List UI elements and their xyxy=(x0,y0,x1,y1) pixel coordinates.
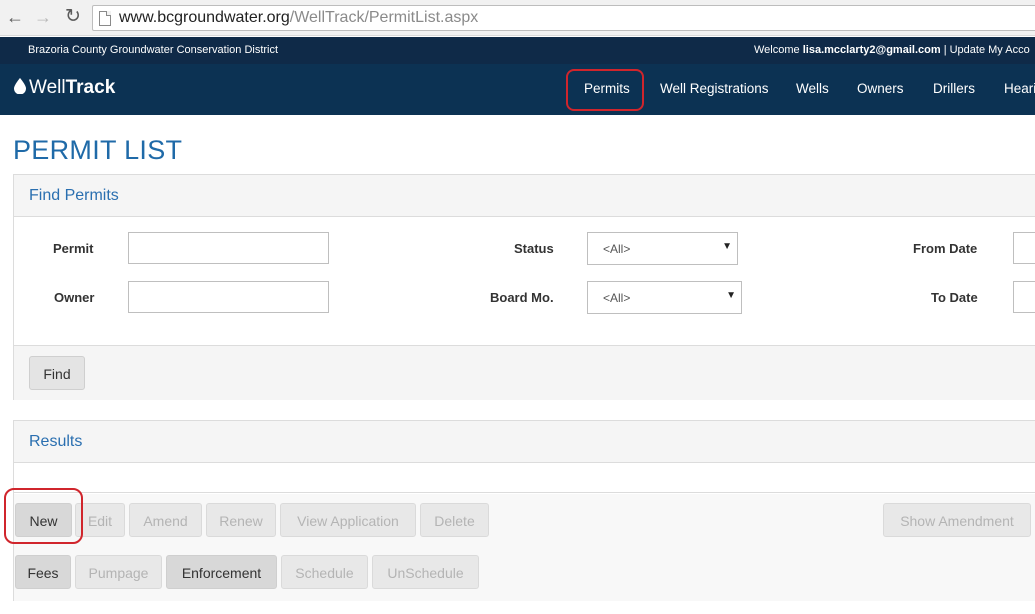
url-text: www.bcgroundwater.org/WellTrack/PermitLi… xyxy=(119,9,478,27)
results-panel: Results New Edit Amend Renew View Applic… xyxy=(13,420,1035,601)
results-area xyxy=(14,463,1035,493)
fees-button[interactable]: Fees xyxy=(15,555,71,589)
from-date-label: From Date xyxy=(913,241,978,256)
back-arrow-icon[interactable]: ← xyxy=(4,6,26,28)
permits-annotation-outline xyxy=(566,69,644,111)
board-month-selected-value: <All> xyxy=(603,291,631,305)
nav-item-wells[interactable]: Wells xyxy=(796,81,829,96)
welcome-label: Welcome xyxy=(754,44,800,56)
nav-item-owners[interactable]: Owners xyxy=(857,81,904,96)
district-name: Brazoria County Groundwater Conservation… xyxy=(28,44,279,56)
logo-text-well: Well xyxy=(29,77,66,98)
top-account-bar: Brazoria County Groundwater Conservation… xyxy=(0,37,1035,64)
find-permits-form: Permit Owner Status <All> ▼ Board Mo. <A… xyxy=(14,217,1035,346)
nav-item-well-registrations[interactable]: Well Registrations xyxy=(660,81,769,96)
find-permits-heading: Find Permits xyxy=(14,175,1035,217)
find-button[interactable]: Find xyxy=(29,356,85,390)
reload-icon[interactable]: ↻ xyxy=(62,6,84,28)
logo-text-track: Track xyxy=(65,77,116,98)
permit-input[interactable] xyxy=(128,232,329,264)
board-month-select[interactable]: <All> ▼ xyxy=(587,281,742,314)
permit-label: Permit xyxy=(53,241,94,256)
renew-button[interactable]: Renew xyxy=(206,503,276,537)
delete-button[interactable]: Delete xyxy=(420,503,489,537)
owner-input[interactable] xyxy=(128,281,329,313)
new-annotation-outline xyxy=(4,488,83,544)
to-date-label: To Date xyxy=(931,290,978,305)
nav-item-drillers[interactable]: Drillers xyxy=(933,81,975,96)
welltrack-logo[interactable]: WellTrack xyxy=(14,77,115,99)
enforcement-button[interactable]: Enforcement xyxy=(166,555,277,589)
browser-toolbar: ← → ↻ www.bcgroundwater.org/WellTrack/Pe… xyxy=(0,0,1035,36)
find-permits-footer: Find xyxy=(14,345,1035,400)
amend-button[interactable]: Amend xyxy=(129,503,202,537)
results-heading: Results xyxy=(14,421,1035,463)
schedule-button[interactable]: Schedule xyxy=(281,555,368,589)
to-date-input[interactable] xyxy=(1013,281,1035,313)
view-application-button[interactable]: View Application xyxy=(280,503,416,537)
owner-label: Owner xyxy=(54,290,95,305)
address-bar[interactable]: www.bcgroundwater.org/WellTrack/PermitLi… xyxy=(92,5,1035,31)
forward-arrow-icon[interactable]: → xyxy=(32,6,54,28)
dropdown-arrow-icon: ▼ xyxy=(722,241,732,252)
pumpage-button[interactable]: Pumpage xyxy=(75,555,162,589)
from-date-input[interactable] xyxy=(1013,232,1035,264)
url-path: /WellTrack/PermitList.aspx xyxy=(289,9,479,26)
page-icon xyxy=(99,11,111,26)
account-area: Welcome lisa.mcclarty2@gmail.com | Updat… xyxy=(754,44,1030,56)
show-amendment-button[interactable]: Show Amendment xyxy=(883,503,1031,537)
status-label: Status xyxy=(514,241,554,256)
url-host: www.bcgroundwater.org xyxy=(119,9,290,26)
page-title: PERMIT LIST xyxy=(13,135,183,165)
find-permits-panel: Find Permits Permit Owner Status <All> ▼… xyxy=(13,174,1035,400)
main-nav: WellTrack Permits Well Registrations Wel… xyxy=(0,64,1035,115)
nav-item-hearings[interactable]: Hearin xyxy=(1004,81,1035,96)
dropdown-arrow-icon: ▼ xyxy=(726,290,736,301)
separator: | xyxy=(943,44,947,56)
results-toolbar: New Edit Amend Renew View Application De… xyxy=(14,494,1035,601)
water-drop-icon xyxy=(14,78,26,94)
status-selected-value: <All> xyxy=(603,242,631,256)
update-account-link[interactable]: Update My Acco xyxy=(950,44,1030,56)
board-month-label: Board Mo. xyxy=(490,290,554,305)
status-select[interactable]: <All> ▼ xyxy=(587,232,738,265)
unschedule-button[interactable]: UnSchedule xyxy=(372,555,479,589)
user-email: lisa.mcclarty2@gmail.com xyxy=(802,44,941,56)
